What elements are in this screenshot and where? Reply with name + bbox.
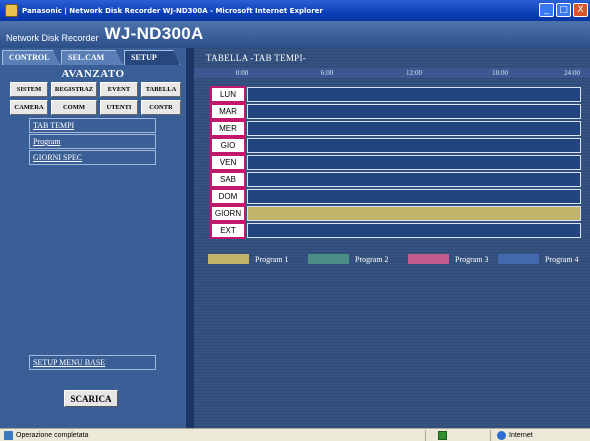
legend-label: Program 4 [545,254,579,264]
day-button[interactable]: MAR [210,103,246,120]
legend-swatch [498,254,539,264]
legend-item: Program 4 [498,254,579,264]
tab-sel-cam[interactable]: SEL.CAM [61,50,123,65]
schedule-track[interactable] [247,138,581,153]
legend-item: Program 1 [208,254,289,264]
legend-label: Program 2 [355,254,389,264]
legend-swatch [208,254,249,264]
hour-label: 6:00 [320,69,334,77]
schedule-track[interactable] [247,223,581,238]
status-bar: Operazione completata Internet [0,428,590,441]
day-button[interactable]: MER [210,120,246,137]
camera-button[interactable]: CAMERA [10,100,48,115]
schedule-track[interactable] [247,87,581,102]
schedule-track[interactable] [247,172,581,187]
legend-label: Program 3 [455,254,489,264]
schedule-track[interactable] [247,121,581,136]
day-button[interactable]: DOM [210,188,246,205]
day-button[interactable]: LUN [210,86,246,103]
window-title: Panasonic | Network Disk Recorder WJ-ND3… [22,6,323,15]
globe-icon [497,431,506,440]
header-model: WJ-ND300A [104,24,204,43]
app-header: Network Disk Recorder WJ-ND300A [0,21,590,48]
hour-label: 18:00 [492,69,508,77]
program-bar [248,207,580,220]
contr-button[interactable]: CONTR [141,100,181,115]
hour-label: 0:00 [235,69,249,77]
setup-buttons-row-2: CAMERA COMM UTENTI CONTR [10,100,182,115]
panel-divider [186,48,194,428]
day-button[interactable]: GIORN [210,205,246,222]
setup-buttons-row-1: SISTEM REGISTRAZ EVENT TABELLA [10,82,182,97]
legend-label: Program 1 [255,254,289,264]
hour-label: 12:00 [406,69,422,77]
status-separator [490,430,491,441]
menu-program[interactable]: Program [29,134,156,149]
comm-button[interactable]: COMM [51,100,97,115]
day-button[interactable]: VEN [210,154,246,171]
legend-item: Program 3 [408,254,489,264]
window-controls: _ □ X [539,3,588,17]
legend-item: Program 2 [308,254,389,264]
schedule-track[interactable] [247,104,581,119]
page-icon [4,430,13,440]
header-subtitle: Network Disk Recorder [6,33,99,43]
legend-swatch [408,254,449,264]
tab-control[interactable]: CONTROL [2,50,60,65]
event-button[interactable]: EVENT [100,82,138,97]
zone-label: Internet [509,432,533,439]
minimize-button[interactable]: _ [539,3,554,17]
tab-setup[interactable]: SETUP [124,50,180,65]
ie-app-icon [5,4,18,17]
main-tabs: CONTROL SEL.CAM SETUP [2,50,184,65]
timeline-header [194,68,590,78]
utenti-button[interactable]: UTENTI [100,100,138,115]
security-zone-icon [438,431,447,440]
day-button[interactable]: GIO [210,137,246,154]
page-title: TABELLA -TAB TEMPI- [206,53,307,63]
day-button[interactable]: SAB [210,171,246,188]
hour-label: 24:00 [564,69,580,77]
scarica-button[interactable]: SCARICA [64,390,118,407]
menu-tab-tempi[interactable]: TAB TEMPI [29,118,156,133]
menu-giorni-spec[interactable]: GIORNI SPEC [29,150,156,165]
maximize-button[interactable]: □ [556,3,571,17]
legend-swatch [308,254,349,264]
registraz-button[interactable]: REGISTRAZ [51,82,97,97]
section-title: AVANZATO [61,68,125,80]
status-separator [425,430,426,441]
tabella-button[interactable]: TABELLA [141,82,181,97]
window-title-bar: Panasonic | Network Disk Recorder WJ-ND3… [0,0,590,21]
status-text: Operazione completata [16,431,89,439]
schedule-track[interactable] [247,155,581,170]
menu-setup-base[interactable]: SETUP MENU BASE [29,355,156,370]
schedule-track[interactable] [247,206,581,221]
right-panel: TABELLA -TAB TEMPI- 0:00 6:00 12:00 18:0… [194,48,590,428]
sistem-button[interactable]: SISTEM [10,82,48,97]
schedule-track[interactable] [247,189,581,204]
day-button[interactable]: EXT [210,222,246,239]
left-panel: CONTROL SEL.CAM SETUP AVANZATO SISTEM RE… [0,48,186,428]
internet-zone: Internet [497,431,533,440]
program-legend: Program 1 Program 2 Program 3 Program 4 [208,254,588,266]
close-button[interactable]: X [573,3,588,17]
